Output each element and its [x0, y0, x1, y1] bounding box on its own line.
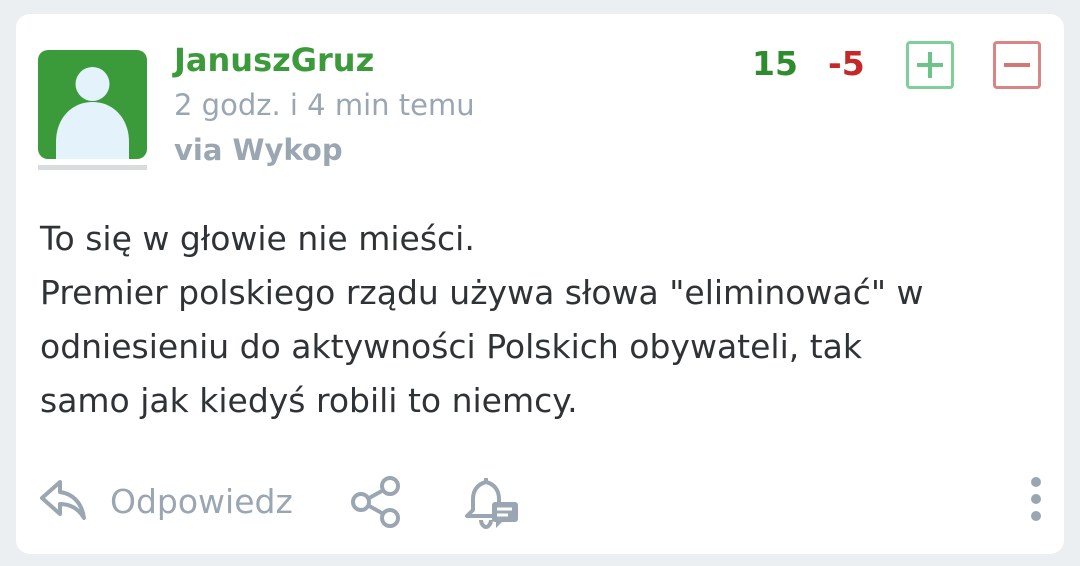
timestamp[interactable]: 2 godz. i 4 min temu: [174, 87, 475, 123]
subscribe-button[interactable]: [460, 472, 522, 536]
entry-card: JanuszGruz 2 godz. i 4 min temu via Wyko…: [16, 14, 1064, 554]
more-options-icon: [1031, 477, 1041, 521]
minus-score[interactable]: -5: [828, 44, 865, 84]
avatar[interactable]: [38, 50, 147, 159]
plus-icon: [917, 52, 943, 78]
plus-score[interactable]: 15: [752, 44, 798, 84]
source-label: via Wykop: [174, 133, 343, 167]
upvote-button[interactable]: [906, 41, 954, 89]
share-button[interactable]: [348, 474, 404, 534]
share-icon: [351, 476, 400, 528]
reply-button[interactable]: [38, 476, 90, 528]
more-options-button[interactable]: [1022, 476, 1050, 526]
body-line: To się w głowie nie mieści.: [40, 219, 475, 258]
author-name[interactable]: JanuszGruz: [174, 40, 374, 80]
downvote-button[interactable]: [993, 41, 1041, 89]
avatar-underline: [38, 165, 147, 170]
body-line: samo jak kiedyś robili to niemcy.: [40, 381, 578, 420]
entry-body: To się w głowie nie mieści. Premier pols…: [40, 212, 1040, 428]
default-user-icon: [56, 67, 129, 159]
minus-icon: [1004, 63, 1030, 67]
reply-icon: [40, 480, 86, 520]
notification-bell-icon: [465, 478, 518, 530]
body-line: Premier polskiego rządu używa słowa "eli…: [40, 273, 924, 312]
reply-label[interactable]: Odpowiedz: [110, 480, 293, 524]
body-line: odniesieniu do aktywności Polskich obywa…: [40, 327, 863, 366]
